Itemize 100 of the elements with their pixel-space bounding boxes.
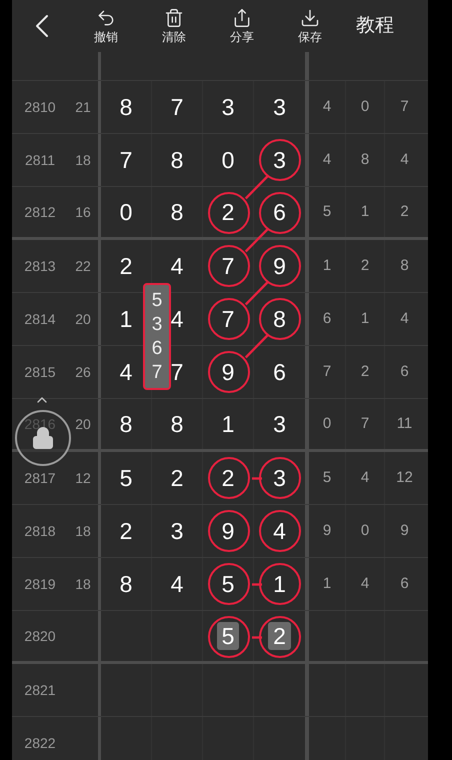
digit-value: 2	[120, 252, 132, 280]
trash-icon	[164, 8, 184, 28]
sum-value: 18	[75, 574, 91, 594]
digit-value: 9	[222, 358, 234, 386]
toolbar-button[interactable]: 清除	[140, 8, 208, 44]
sum-value: 12	[75, 468, 91, 488]
stat-value: 4	[360, 468, 370, 488]
digit-value: 0	[120, 198, 132, 226]
share-icon	[232, 8, 252, 28]
issue-number: 2813	[24, 256, 56, 276]
sum-value: 20	[75, 310, 91, 328]
digit-value: 8	[273, 305, 286, 333]
digit-value: 1	[273, 570, 286, 598]
stat-value: 2	[360, 256, 370, 276]
stat-value: 2	[400, 202, 409, 222]
digit-value: 7	[120, 146, 132, 174]
toolbar-button[interactable]: 撤销	[72, 8, 140, 44]
candidate-digit: 7	[152, 360, 162, 384]
stat-value: 4	[400, 308, 409, 329]
digit-value: 2	[222, 198, 234, 226]
digit-value: 3	[273, 410, 286, 438]
sum-value: 18	[75, 150, 91, 170]
stat-value: 12	[396, 468, 413, 488]
digit-value: 3	[170, 517, 184, 545]
digit-value: 4	[120, 358, 132, 386]
digit-value: 3	[222, 93, 234, 121]
stat-value: 4	[400, 150, 409, 170]
digit-value: 7	[170, 93, 184, 121]
digit-value: 8	[120, 570, 132, 598]
stat-value: 6	[322, 308, 332, 329]
digit-value: 8	[120, 410, 132, 438]
digit-value: 4	[170, 252, 184, 280]
candidate-digits[interactable]: 5 3 6 7	[143, 283, 171, 390]
digit-value: 2	[120, 517, 132, 545]
digit-value: 9	[222, 517, 234, 545]
issue-number: 2811	[24, 150, 56, 170]
issue-number: 2819	[24, 574, 56, 594]
digit-value: 4	[273, 517, 286, 545]
stat-value: 6	[400, 574, 409, 594]
digit-value: 2	[268, 622, 291, 650]
issue-number: 2814	[24, 310, 56, 328]
stat-value: 9	[322, 520, 332, 541]
sum-value: 21	[75, 98, 91, 116]
stat-value: 6	[400, 362, 409, 382]
candidate-digit: 6	[152, 336, 162, 360]
issue-number: 2821	[24, 680, 56, 700]
stat-value: 5	[322, 202, 332, 222]
issue-number: 2815	[24, 362, 56, 382]
stat-value: 1	[360, 308, 370, 329]
tutorial-button[interactable]: 教程	[356, 12, 394, 40]
stat-value: 5	[322, 468, 332, 488]
digit-value: 5	[120, 464, 132, 492]
issue-number: 2812	[24, 202, 56, 222]
digit-value: 6	[273, 358, 286, 386]
sum-value: 22	[75, 256, 91, 276]
stat-value: 2	[360, 362, 370, 382]
stat-value: 7	[360, 414, 370, 434]
digit-value: 0	[222, 146, 234, 174]
sum-value: 20	[75, 414, 91, 434]
stat-value: 1	[322, 574, 332, 594]
digit-value: 1	[120, 305, 132, 333]
stat-value: 1	[360, 202, 370, 222]
download-icon	[300, 8, 320, 28]
digit-value: 8	[170, 198, 184, 226]
digit-value: 8	[120, 93, 132, 121]
digit-value: 9	[273, 252, 286, 280]
toolbar-button[interactable]: 分享	[208, 8, 276, 44]
digit-value: 6	[273, 198, 286, 226]
issue-number: 2818	[24, 522, 56, 540]
digit-value: 2	[170, 464, 184, 492]
stat-value: 4	[322, 150, 332, 170]
sum-value: 16	[75, 202, 91, 222]
digit-value: 3	[273, 464, 286, 492]
digit-value: 1	[222, 410, 234, 438]
sum-value: 26	[75, 362, 91, 382]
digit-value: 4	[170, 305, 184, 333]
stat-value: 7	[322, 362, 332, 382]
stat-value: 8	[400, 256, 409, 276]
digit-value: 7	[222, 252, 234, 280]
stat-value: 0	[360, 96, 370, 117]
candidate-digit: 3	[152, 312, 162, 336]
digit-value: 4	[170, 570, 184, 598]
digit-value: 8	[170, 146, 184, 174]
stat-value: 4	[360, 574, 370, 594]
issue-number: 2817	[24, 468, 56, 488]
digit-value: 3	[273, 146, 286, 174]
stat-value: 4	[322, 96, 332, 117]
digit-value: 7	[170, 358, 184, 386]
digit-value: 3	[273, 93, 286, 121]
toolbar-button[interactable]: 保存	[276, 8, 344, 44]
issue-number: 2820	[24, 626, 56, 646]
stat-value: 7	[400, 96, 409, 117]
digit-value: 8	[170, 410, 184, 438]
stat-value: 0	[360, 520, 370, 541]
issue-number: 2810	[24, 98, 56, 116]
digit-value: 5	[222, 570, 234, 598]
candidate-digit: 5	[152, 288, 162, 312]
undo-icon	[96, 8, 116, 28]
stat-value: 1	[322, 256, 332, 276]
stat-value: 9	[400, 520, 409, 541]
